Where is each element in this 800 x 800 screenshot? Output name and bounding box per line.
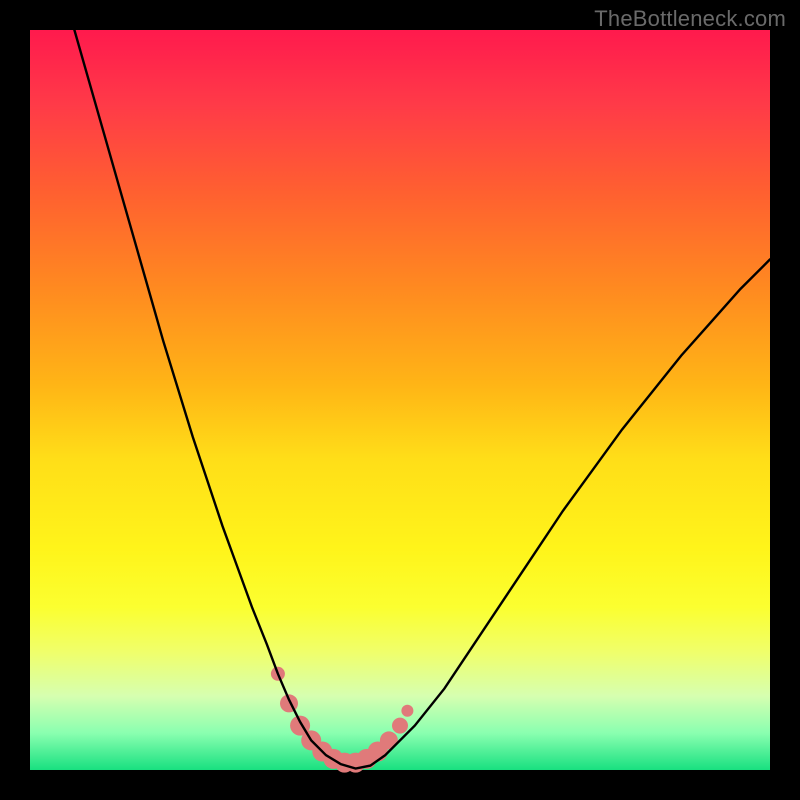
- chart-frame: TheBottleneck.com: [0, 0, 800, 800]
- bottleneck-curve: [74, 30, 770, 769]
- plot-area: [30, 30, 770, 770]
- marker-dot: [401, 705, 413, 717]
- curve-layer: [30, 30, 770, 770]
- highlight-markers: [271, 667, 414, 773]
- watermark-text: TheBottleneck.com: [594, 6, 786, 32]
- marker-dot: [392, 718, 408, 734]
